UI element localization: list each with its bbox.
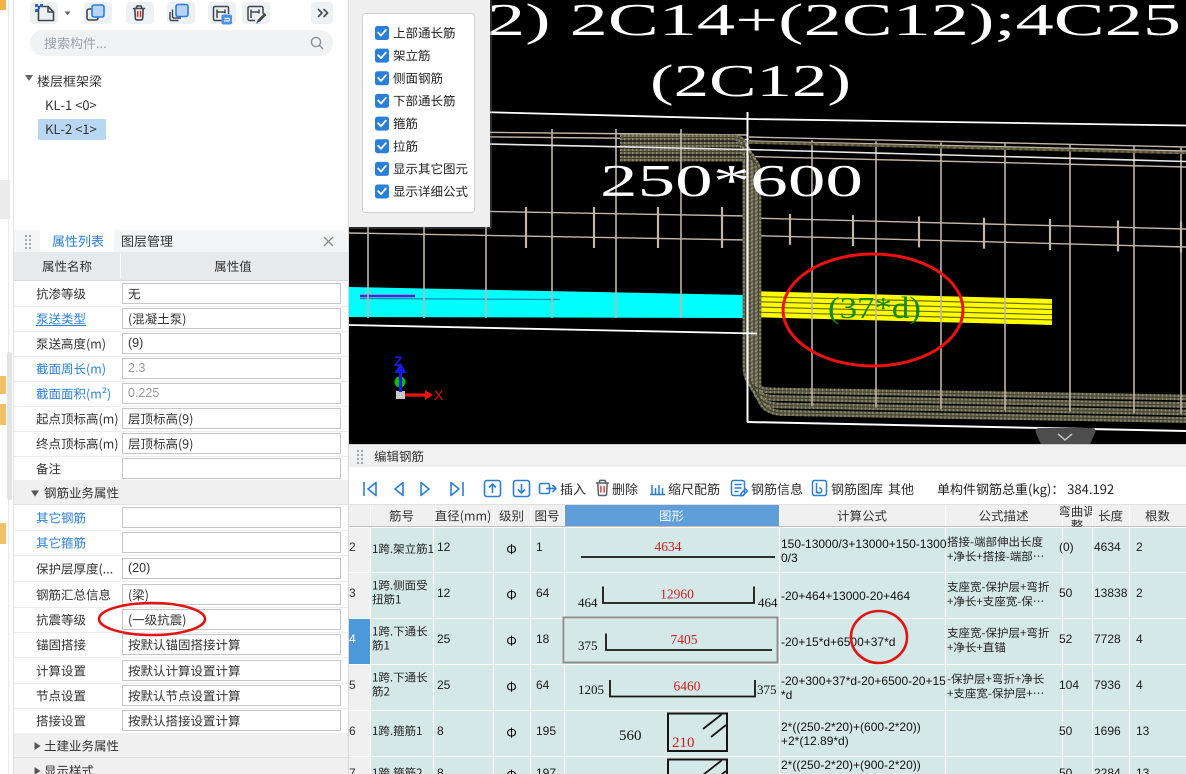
svg-text:X: X	[434, 387, 444, 403]
svg-text:2) 2C14+(2C12);4C25: 2) 2C14+(2C12);4C25	[487, 0, 1181, 45]
svg-text:12960: 12960	[660, 587, 694, 602]
svg-text:Z: Z	[394, 353, 403, 369]
svg-text:464: 464	[578, 595, 598, 610]
svg-text:250*600: 250*600	[600, 156, 863, 206]
svg-text:7405: 7405	[671, 632, 698, 647]
svg-text:(37*d): (37*d)	[828, 290, 921, 325]
svg-text:464: 464	[758, 595, 778, 610]
svg-text:210: 210	[672, 735, 695, 751]
svg-text:(2C12): (2C12)	[650, 55, 851, 106]
svg-text:6460: 6460	[674, 679, 701, 694]
svg-text:560: 560	[619, 728, 642, 744]
svg-text:4634: 4634	[655, 539, 682, 554]
svg-text:1205: 1205	[578, 682, 604, 697]
svg-text:375: 375	[757, 682, 777, 697]
svg-text:375: 375	[578, 638, 598, 653]
